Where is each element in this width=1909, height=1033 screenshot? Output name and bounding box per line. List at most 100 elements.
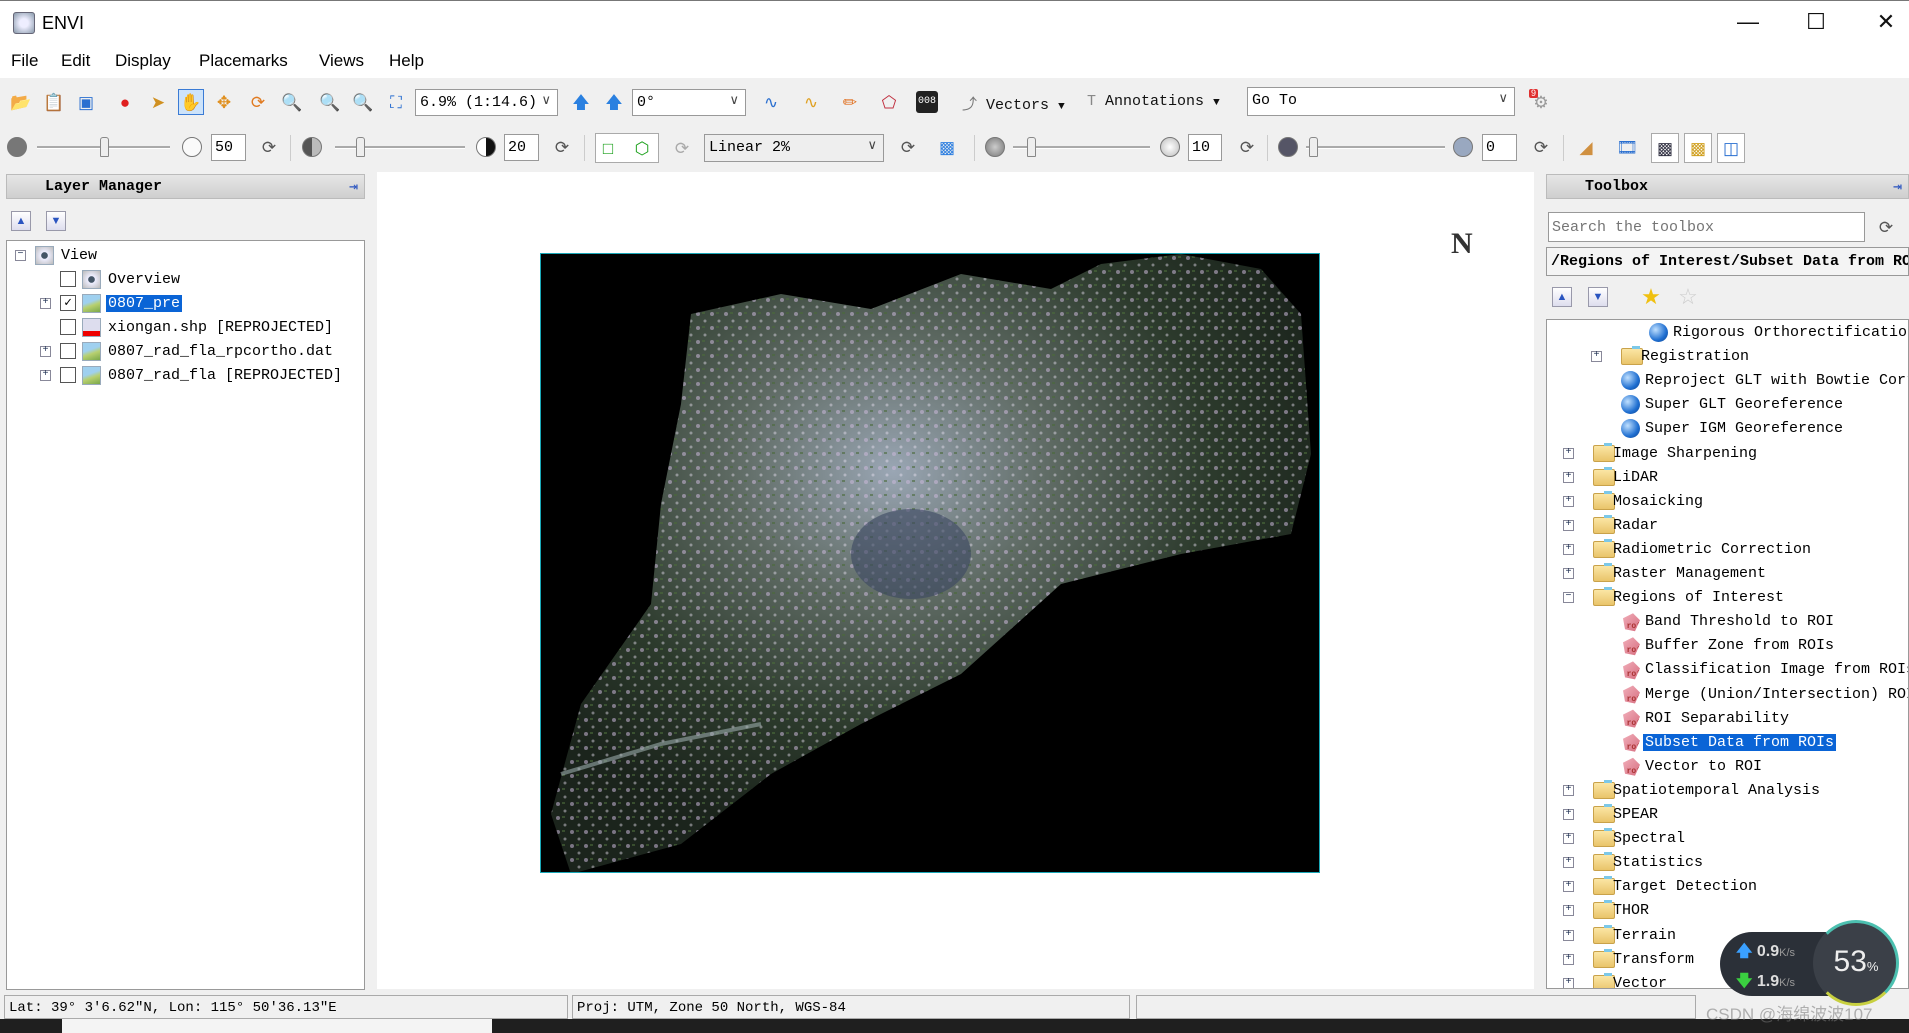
- toolbox-row[interactable]: + Spectral: [1547, 827, 1908, 851]
- toolbox-row[interactable]: roi Vector to ROI: [1547, 755, 1908, 779]
- toolbox-row[interactable]: + SPEAR: [1547, 803, 1908, 827]
- close-icon[interactable]: ✕: [1866, 9, 1906, 37]
- zoom-out-icon[interactable]: 🔍: [352, 91, 374, 113]
- expand-icon[interactable]: +: [1563, 905, 1574, 917]
- pan-hand-icon[interactable]: ✋: [178, 89, 204, 115]
- reset-icon[interactable]: ⟳: [258, 136, 280, 158]
- layer-row[interactable]: +0807_rad_fla [REPROJECTED]: [7, 364, 364, 388]
- expand-icon[interactable]: +: [1563, 568, 1574, 579]
- dock-icon[interactable]: ⇥: [349, 177, 358, 196]
- spectral-profile-icon[interactable]: ∿: [760, 91, 782, 113]
- toolbox-row[interactable]: roi Classification Image from ROIs: [1547, 658, 1908, 682]
- stretch-combo[interactable]: Linear 2% ∨: [704, 134, 884, 162]
- layer-row[interactable]: Overview: [7, 268, 364, 292]
- zoom-extent-icon[interactable]: ⛶: [385, 91, 407, 113]
- toolbox-row[interactable]: + LiDAR: [1547, 466, 1908, 490]
- expand-down-button[interactable]: ▼: [1588, 287, 1608, 307]
- slider-thumb[interactable]: [1309, 137, 1318, 157]
- reset-icon[interactable]: ⟳: [1530, 136, 1552, 158]
- move-layer-down-button[interactable]: ▼: [46, 211, 66, 231]
- north-up-icon[interactable]: 🡅: [570, 91, 592, 113]
- crosshair-icon[interactable]: ✏: [839, 91, 861, 113]
- layer-checkbox[interactable]: [60, 319, 76, 335]
- brightness-slider[interactable]: [37, 137, 170, 157]
- layer-row[interactable]: + ✓ 0807_pre: [7, 292, 364, 316]
- expand-icon[interactable]: +: [1563, 977, 1574, 988]
- collapse-icon[interactable]: −: [15, 250, 26, 261]
- minimize-icon[interactable]: —: [1728, 9, 1768, 37]
- menu-placemarks[interactable]: Placemarks: [199, 51, 288, 71]
- remove-favorite-star-icon[interactable]: ☆: [1677, 286, 1699, 308]
- toolbox-row[interactable]: roi Subset Data from ROIs: [1547, 731, 1908, 755]
- collapse-icon[interactable]: −: [1563, 592, 1574, 604]
- rotation-combo[interactable]: 0° ∨: [632, 89, 746, 116]
- histogram-icon[interactable]: ▩: [936, 136, 958, 158]
- expand-icon[interactable]: +: [1563, 519, 1574, 531]
- toolbox-row[interactable]: roi Merge (Union/Intersection) ROIs: [1547, 683, 1908, 707]
- gear-notification-icon[interactable]: ⚙ 9: [1529, 89, 1552, 113]
- toolbox-row[interactable]: − Regions of Interest: [1547, 586, 1908, 610]
- stretch-lock-icon[interactable]: ⟳: [671, 137, 693, 159]
- toolbox-row[interactable]: + Spatiotemporal Analysis: [1547, 779, 1908, 803]
- layer-row[interactable]: − View: [7, 244, 364, 268]
- zoom-fit-icon[interactable]: 🔍: [281, 91, 303, 113]
- transparency-slider[interactable]: [1306, 137, 1445, 157]
- toolbox-row[interactable]: + Image Sharpening: [1547, 442, 1908, 466]
- expand-icon[interactable]: +: [1563, 447, 1574, 459]
- expand-icon[interactable]: +: [40, 370, 51, 381]
- toolbox-row[interactable]: Super GLT Georeference: [1547, 393, 1908, 417]
- expand-icon[interactable]: +: [1563, 784, 1574, 796]
- contrast-slider[interactable]: [335, 137, 465, 157]
- stretch-extent-icon[interactable]: □: [597, 137, 619, 159]
- vectors-dropdown[interactable]: ⤴ Vectors ▼: [962, 93, 1065, 114]
- layer-checkbox[interactable]: [60, 367, 76, 383]
- layer-row[interactable]: +0807_rad_fla_rpcortho.dat: [7, 340, 364, 364]
- toolbox-row[interactable]: Reproject GLT with Bowtie Correction: [1547, 369, 1908, 393]
- expand-icon[interactable]: +: [1591, 351, 1602, 363]
- expand-icon[interactable]: +: [1563, 857, 1574, 869]
- expand-icon[interactable]: +: [1563, 833, 1574, 845]
- swipe-icon[interactable]: ◫: [1717, 133, 1745, 163]
- taskbar-window[interactable]: [62, 1019, 492, 1033]
- reset-icon[interactable]: ⟳: [551, 136, 573, 158]
- add-favorite-star-icon[interactable]: ★: [1640, 286, 1662, 308]
- memory-usage-gauge[interactable]: 53%: [1813, 920, 1899, 1006]
- blend-icon[interactable]: ▩: [1651, 133, 1679, 163]
- placemark-icon[interactable]: ●: [114, 91, 136, 113]
- expand-icon[interactable]: +: [1563, 929, 1574, 941]
- ruler-icon[interactable]: ◢: [1575, 136, 1597, 158]
- annotations-dropdown[interactable]: T Annotations ▼: [1087, 93, 1220, 110]
- film-icon[interactable]: 🎞: [1616, 136, 1638, 158]
- collapse-up-button[interactable]: ▲: [1552, 287, 1572, 307]
- menu-file[interactable]: File: [11, 51, 38, 71]
- menu-edit[interactable]: Edit: [61, 51, 90, 71]
- contrast-input[interactable]: 20: [504, 134, 539, 161]
- expand-icon[interactable]: +: [1563, 809, 1574, 820]
- reset-icon[interactable]: ⟳: [1236, 136, 1258, 158]
- flicker-icon[interactable]: ▩: [1684, 133, 1712, 163]
- toolbox-row[interactable]: roi Band Threshold to ROI: [1547, 610, 1908, 634]
- goto-combo[interactable]: Go To ∨: [1247, 87, 1515, 116]
- menu-help[interactable]: Help: [389, 51, 424, 71]
- layer-row[interactable]: xiongan.shp [REPROJECTED]: [7, 316, 364, 340]
- rotate-north-icon[interactable]: 🡅: [603, 91, 625, 113]
- expand-icon[interactable]: +: [40, 298, 51, 309]
- zoom-in-icon[interactable]: 🔍: [319, 91, 341, 113]
- toolbox-row[interactable]: + Statistics: [1547, 851, 1908, 875]
- toolbox-row[interactable]: + Raster Management: [1547, 562, 1908, 586]
- refresh-icon[interactable]: ⟳: [1875, 216, 1897, 238]
- layer-checkbox[interactable]: [60, 271, 76, 287]
- zoom-combo[interactable]: 6.9% (1:14.6) ∨: [415, 89, 558, 116]
- toolbox-row[interactable]: + Radiometric Correction: [1547, 538, 1908, 562]
- roi-tool-icon[interactable]: ⬠: [878, 91, 900, 113]
- dock-icon[interactable]: ⇥: [1893, 177, 1902, 196]
- toolbox-row[interactable]: + Mosaicking: [1547, 490, 1908, 514]
- slider-thumb[interactable]: [1027, 137, 1036, 157]
- expand-icon[interactable]: +: [1563, 471, 1574, 483]
- spectral-plot-icon[interactable]: ∿: [800, 91, 822, 113]
- toolbox-row[interactable]: + Radar: [1547, 514, 1908, 538]
- toolbox-row[interactable]: Rigorous Orthorectification: [1547, 321, 1908, 345]
- sharpen-slider[interactable]: [1013, 137, 1150, 157]
- fly-move-icon[interactable]: ✥: [213, 91, 235, 113]
- open-file-icon[interactable]: 📂: [10, 91, 32, 113]
